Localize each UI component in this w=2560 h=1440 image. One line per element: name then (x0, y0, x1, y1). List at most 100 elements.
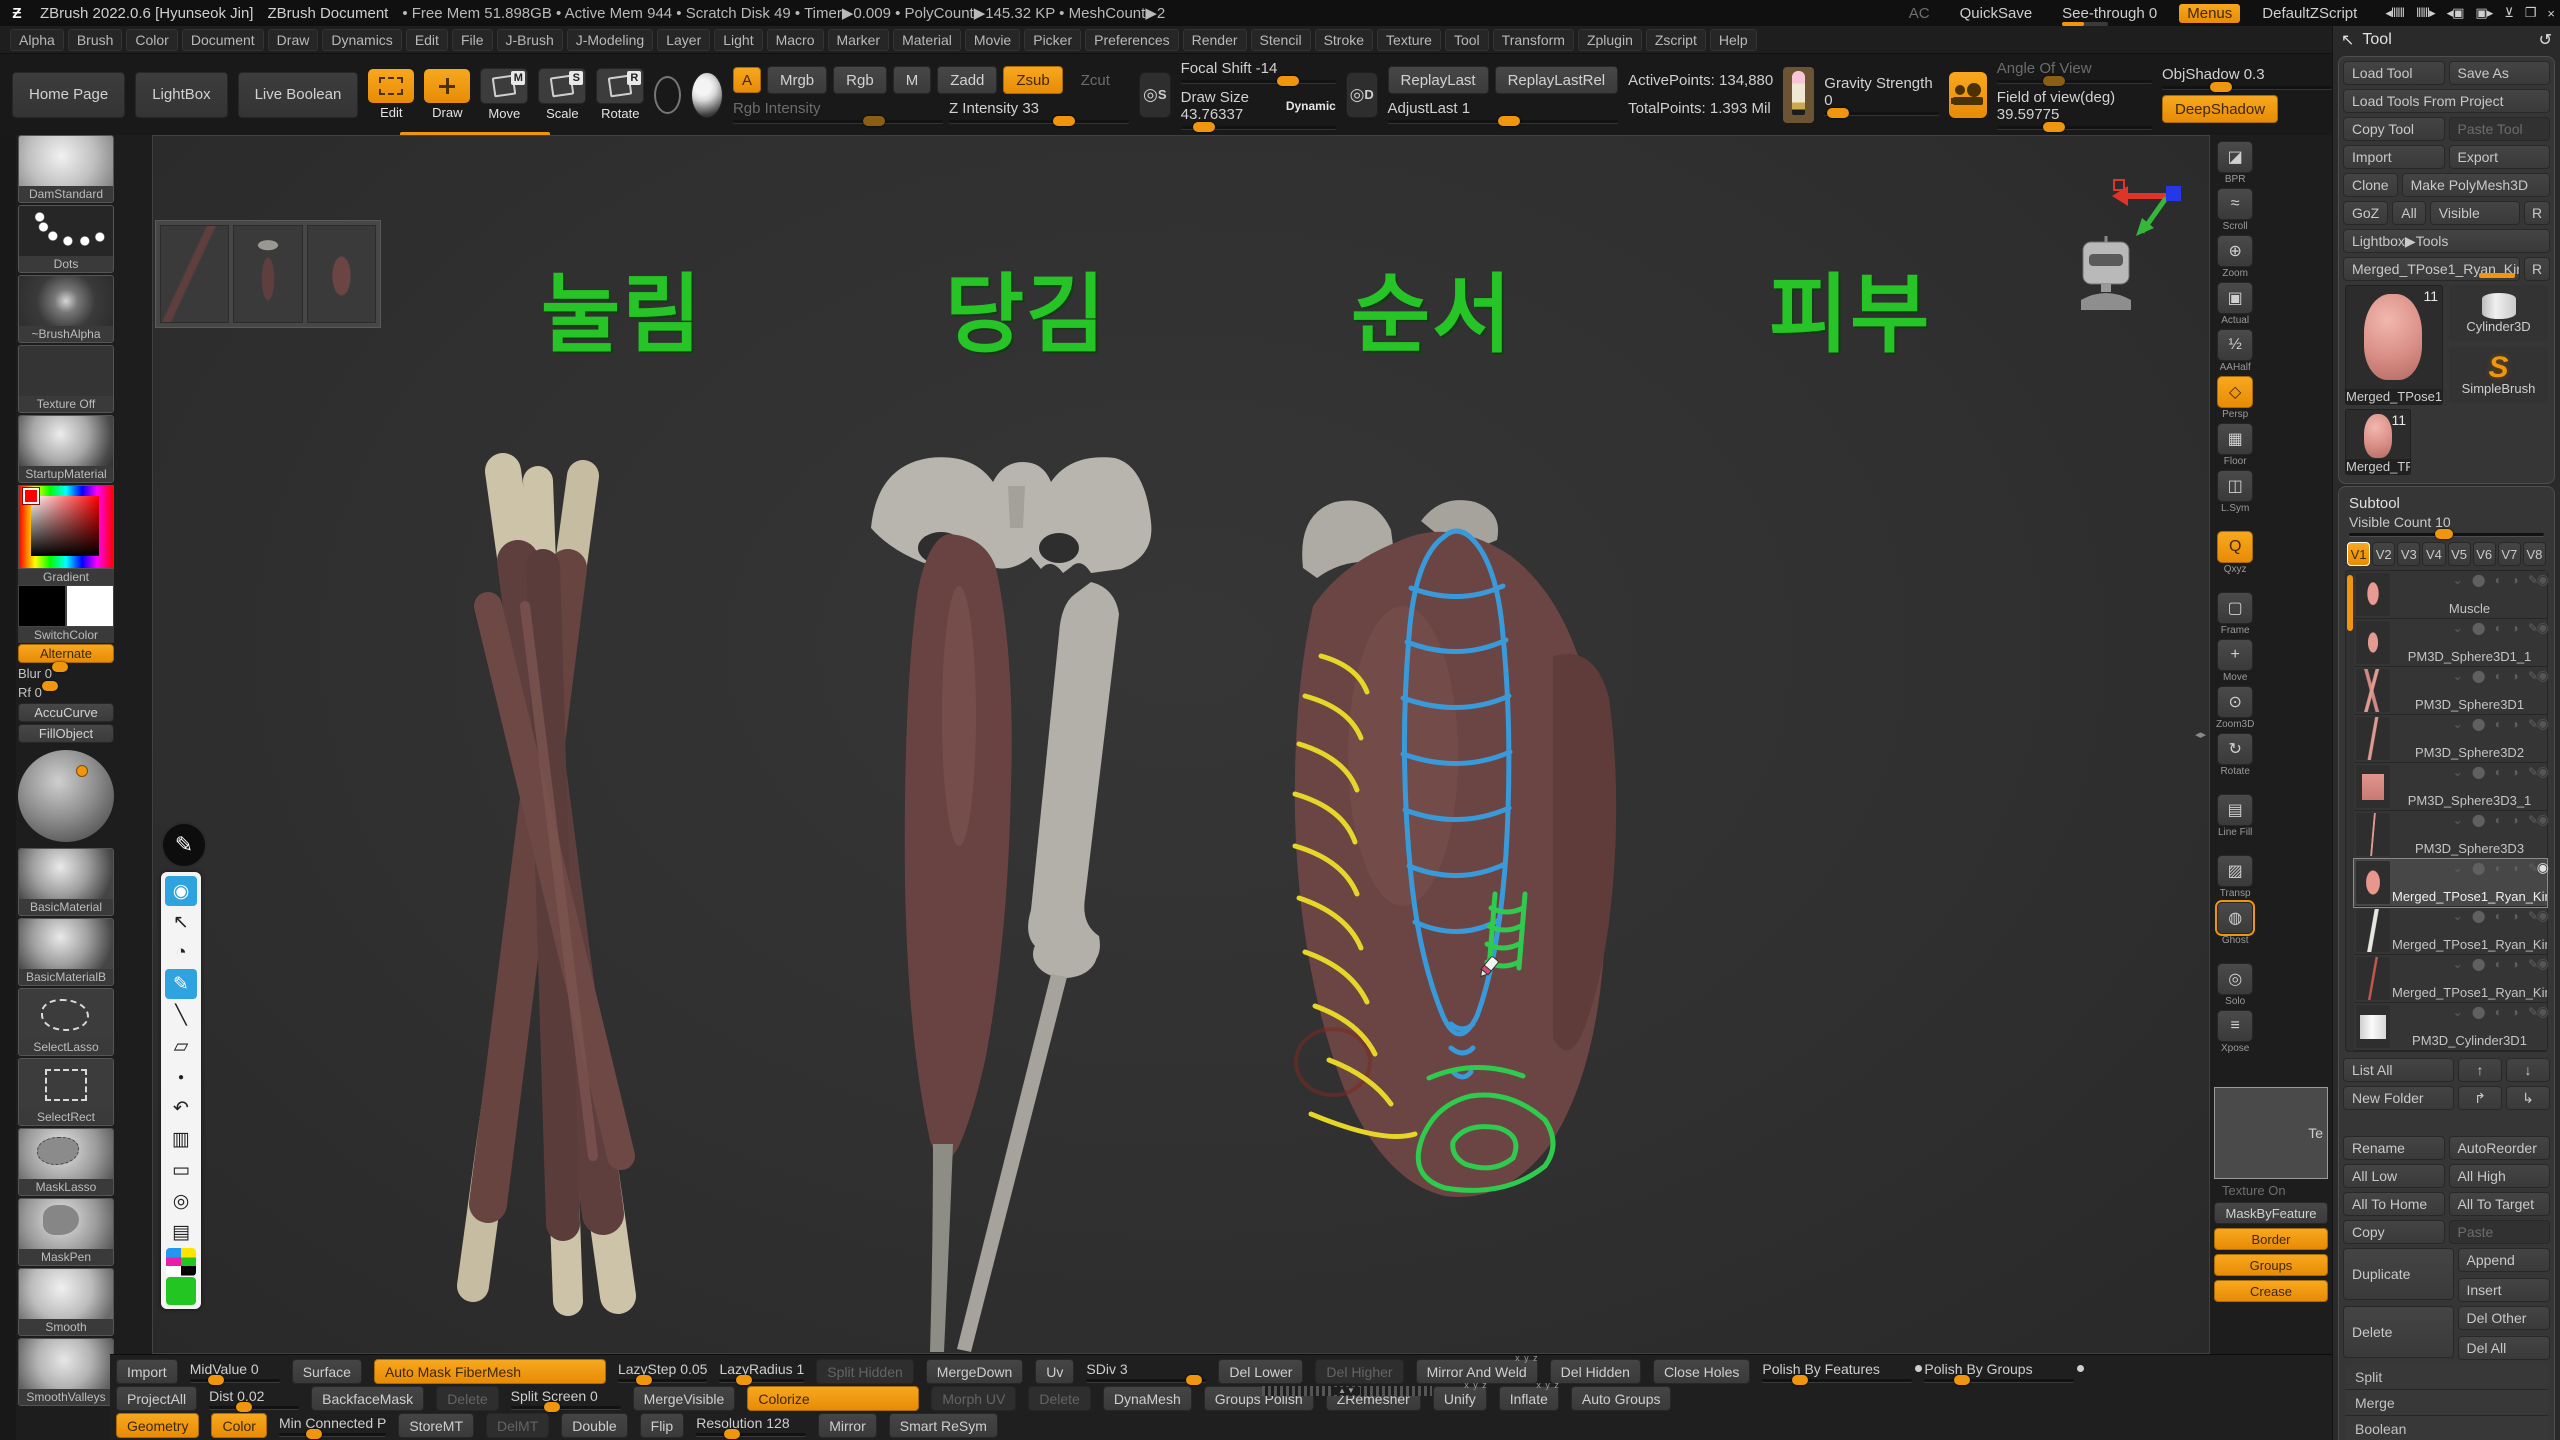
see-through-slider[interactable]: See-through 0 (2054, 5, 2165, 22)
export-button[interactable]: Export (2449, 145, 2551, 169)
bottom-bar-control[interactable]: ProjectAll (116, 1386, 197, 1411)
canvas-nav-arrows[interactable]: ◂▸ (2195, 728, 2206, 741)
bottom-bar-control[interactable]: Del Higher (1315, 1359, 1403, 1384)
subtool-item-icons[interactable]: ⌄ ⬤ ◐ ◑ ✎ (2453, 573, 2541, 587)
subtool-item[interactable]: ⌄ ⬤ ◐ ◑ ✎ ◉ Merged_TPose1_Ryan_Kingslier (2354, 955, 2547, 1003)
subtool-view-tab[interactable]: V3 (2397, 542, 2420, 566)
bottom-bar-control[interactable]: Split Hidden (816, 1359, 914, 1384)
subtool-item-icons[interactable]: ⌄ ⬤ ◐ ◑ ✎ (2453, 621, 2541, 635)
main-color-swatch[interactable] (18, 585, 66, 627)
dot-icon[interactable]: ● (165, 1062, 197, 1092)
subtool-item[interactable]: ⌄ ⬤ ◐ ◑ ✎ ◉ PM3D_Sphere3D3_1 (2354, 763, 2547, 811)
sidebar-thumb[interactable]: MaskPen (18, 1198, 114, 1266)
sidebar-thumb[interactable]: MaskLasso (18, 1128, 114, 1196)
menu-item[interactable]: Color (126, 29, 177, 51)
subtool-section-button[interactable]: Boolean (2345, 1416, 2548, 1440)
bottom-bar-control[interactable]: StoreMT (398, 1413, 474, 1438)
saturation-square[interactable] (31, 496, 99, 556)
paste-subtool-button[interactable]: Paste (2449, 1220, 2551, 1244)
right-shelf-button[interactable]: ▣ Actual (2217, 282, 2253, 326)
move-into-folder-icon[interactable]: ↳ (2506, 1086, 2550, 1110)
goz-all-button[interactable]: All (2392, 201, 2426, 225)
switchcolor-label[interactable]: SwitchColor (18, 627, 114, 643)
bottom-bar-control[interactable]: LazyStep 0.05 (618, 1361, 708, 1382)
subtool-item-icons[interactable]: ⌄ ⬤ ◐ ◑ ✎ (2453, 861, 2541, 875)
menu-item[interactable]: Zscript (1646, 29, 1706, 51)
bottom-bar-control[interactable]: SDiv 3 (1086, 1361, 1206, 1382)
right-shelf-button[interactable]: ⊕ Zoom (2217, 235, 2253, 279)
eye-icon[interactable]: ◉ (165, 876, 197, 906)
mask-by-feature-button[interactable]: MaskByFeature (2214, 1202, 2328, 1224)
subtool-section-button[interactable]: Split (2345, 1364, 2548, 1390)
bottom-bar-control[interactable]: Close Holes (1653, 1359, 1750, 1384)
subtool-view-tab[interactable]: V8 (2523, 542, 2546, 566)
make-polymesh3d-button[interactable]: Make PolyMesh3D (2402, 173, 2550, 197)
subtool-view-tab[interactable]: V4 (2422, 542, 2445, 566)
subtool-item[interactable]: ⌄ ⬤ ◐ ◑ ✎ ◉ Muscle (2354, 571, 2547, 619)
subtool-item-icons[interactable]: ⌄ ⬤ ◐ ◑ ✎ (2453, 1005, 2541, 1019)
trash-icon[interactable]: ▥ (165, 1124, 197, 1154)
bottom-bar-control[interactable]: Import (116, 1359, 178, 1384)
switch-color-swatches[interactable] (18, 585, 114, 627)
sidebar-thumb[interactable]: StartupMaterial (18, 415, 114, 483)
current-tool-thumbnail[interactable]: 11 Merged_TPose1_ (2345, 285, 2443, 405)
menu-item[interactable]: J-Modeling (567, 29, 653, 51)
subtool-item-icons[interactable]: ⌄ ⬤ ◐ ◑ ✎ (2453, 957, 2541, 971)
clone-button[interactable]: Clone (2343, 173, 2398, 197)
right-shelf-button[interactable]: ≡ Xpose (2217, 1010, 2253, 1054)
z-intensity-slider[interactable]: Z Intensity 33 (949, 100, 1129, 123)
right-shelf-button[interactable]: ⊙ Zoom3D (2216, 686, 2254, 730)
subtool-item[interactable]: ⌄ ⬤ ◐ ◑ ✎ ◉ Merged_TPose1_Ryan_Kingslier (2354, 907, 2547, 955)
load-tools-from-project-button[interactable]: Load Tools From Project (2343, 89, 2550, 113)
sidebar-thumb[interactable]: SmoothValleys (18, 1338, 114, 1406)
bottom-bar-control[interactable]: Colorize (747, 1386, 919, 1411)
subtool-item[interactable]: ⌄ ⬤ ◐ ◑ ✎ ◉ Merged_TPose1_Ryan_Kingslie (2354, 859, 2547, 907)
bottom-bar-control[interactable]: Uv (1035, 1359, 1074, 1384)
subtool-item-icons[interactable]: ⌄ ⬤ ◐ ◑ ✎ (2453, 765, 2541, 779)
bottom-bar-control[interactable]: Auto Mask FiberMesh (374, 1359, 606, 1384)
insert-button[interactable]: Insert (2458, 1278, 2551, 1302)
sidebar-thumb[interactable]: DamStandard (18, 135, 114, 203)
bottom-bar-control[interactable]: DelMT (486, 1413, 549, 1438)
copy-config-icon[interactable]: ◂▣ (2441, 5, 2470, 21)
quicksave-button[interactable]: QuickSave (1952, 5, 2041, 22)
menu-item[interactable]: Light (714, 29, 762, 51)
menu-item[interactable]: Stencil (1251, 29, 1311, 51)
palette-icon[interactable] (166, 1248, 196, 1276)
undo-icon[interactable]: ↶ (165, 1093, 197, 1123)
secondary-color-swatch[interactable] (66, 585, 114, 627)
active-tool-button[interactable]: Merged_TPose1_Ryan_Kingsli (2343, 257, 2520, 281)
rf-slider[interactable]: Rf 0 (18, 685, 114, 700)
load-tool-button[interactable]: Load Tool (2343, 61, 2445, 85)
live-boolean-button[interactable]: Live Boolean (238, 72, 359, 118)
cylinder3d-tool[interactable]: Cylinder3D (2449, 285, 2548, 341)
copy-subtool-button[interactable]: Copy (2343, 1220, 2445, 1244)
bottom-bar-control[interactable]: Delete (1028, 1386, 1090, 1411)
duplicate-button[interactable]: Duplicate (2343, 1248, 2454, 1300)
rename-button[interactable]: Rename (2343, 1136, 2445, 1160)
eye-icon[interactable]: ◉ (2537, 811, 2549, 828)
dynamic-label[interactable]: Dynamic (1286, 99, 1336, 113)
right-shelf-button[interactable]: ▤ Line Fill (2217, 794, 2253, 838)
right-shelf-button[interactable]: ≈ Scroll (2217, 188, 2253, 232)
subtool-item[interactable]: ⌄ ⬤ ◐ ◑ ✎ ◉ PM3D_Sphere3D2 (2354, 715, 2547, 763)
menu-item[interactable]: File (452, 29, 493, 51)
menu-item[interactable]: Document (182, 29, 264, 51)
clipboard-icon[interactable]: ▤ (165, 1217, 197, 1247)
camera-icon[interactable] (1949, 72, 1987, 118)
recent-tool-thumbnail[interactable]: 11 Merged_TPose1 (2345, 409, 2411, 475)
adjust-last-slider[interactable]: AdjustLast 1 (1388, 100, 1619, 123)
autoreorder-button[interactable]: AutoReorder (2449, 1136, 2551, 1160)
a-button[interactable]: A (733, 67, 761, 93)
field-of-view-slider[interactable]: Field of view(deg) 39.59775 (1997, 89, 2152, 129)
right-shelf-button[interactable]: ◍ Ghost (2217, 902, 2253, 946)
subtool-view-tab[interactable]: V2 (2372, 542, 2395, 566)
draw-mode-button[interactable]: Draw (424, 69, 470, 120)
goz-visible-button[interactable]: Visible (2430, 201, 2520, 225)
del-other-button[interactable]: Del Other (2458, 1306, 2551, 1330)
pen-menu-button[interactable]: ✎ (161, 822, 207, 868)
stroke-type-icon[interactable]: ◎S (1139, 72, 1171, 118)
line-icon[interactable]: ╲ (165, 1000, 197, 1030)
scale-mode-button[interactable]: S Scale (538, 68, 586, 121)
bottom-bar-control[interactable]: Mirror (818, 1413, 877, 1438)
